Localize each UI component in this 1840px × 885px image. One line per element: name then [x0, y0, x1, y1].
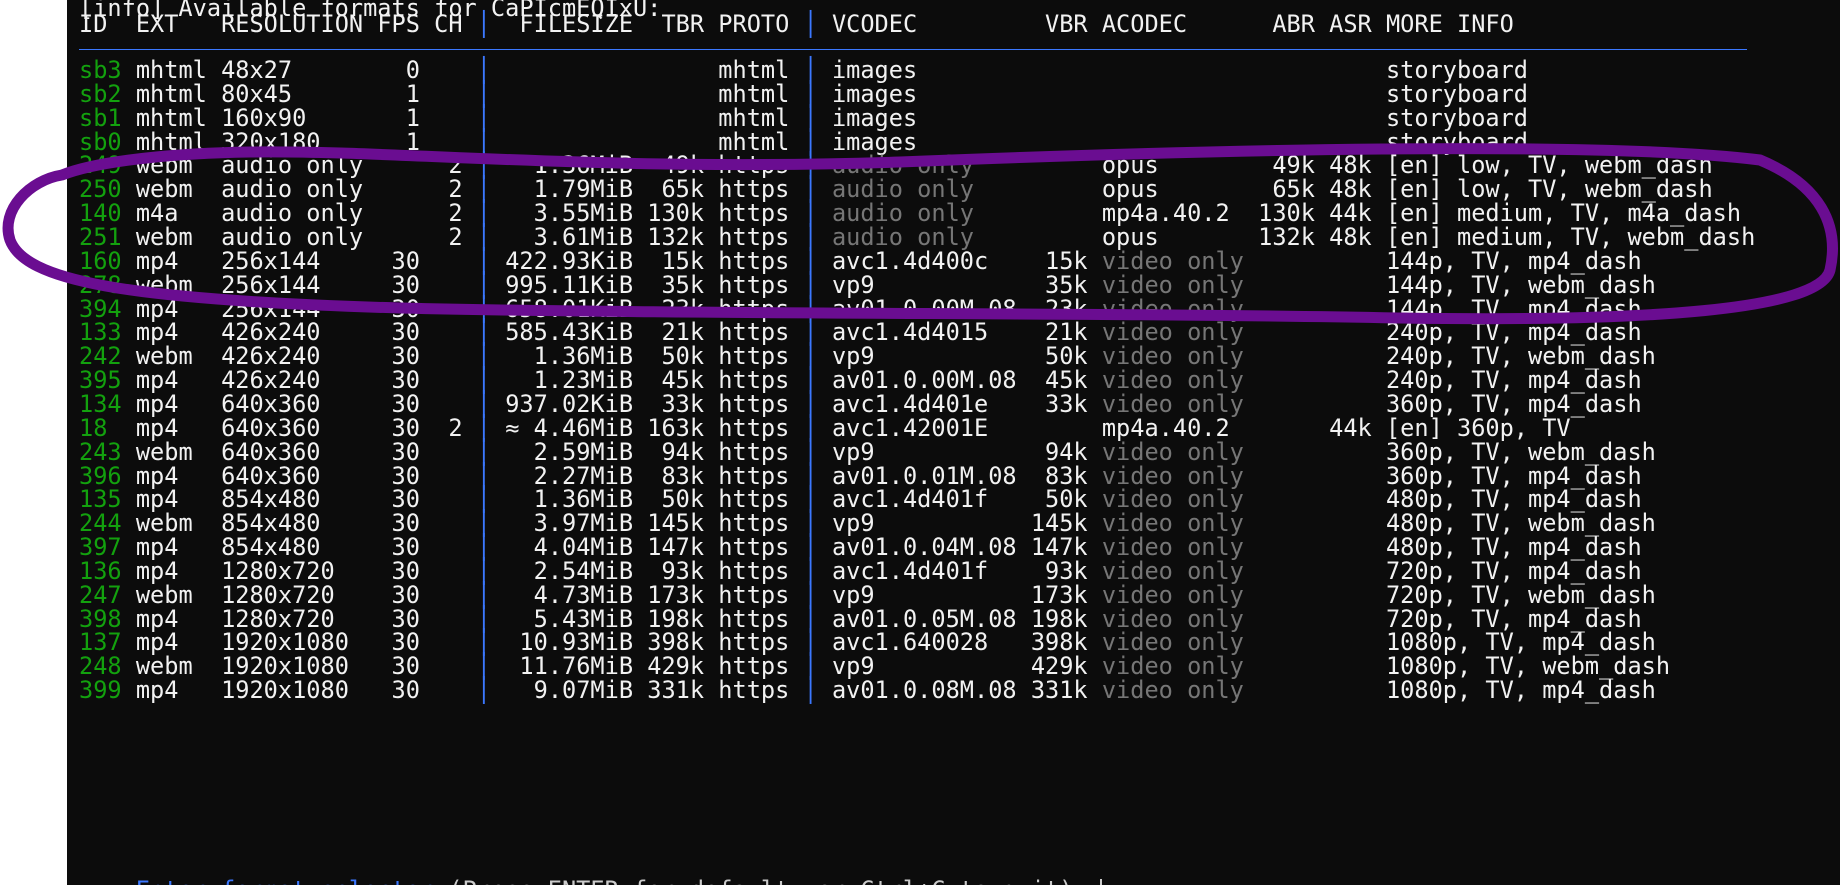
format-protocol: https: [718, 676, 790, 705]
header-cell: FILESIZE: [505, 10, 648, 38]
header-cell: CH: [434, 10, 463, 38]
format-id: 399: [79, 676, 136, 705]
text-cursor[interactable]: [1099, 878, 1102, 885]
format-ext: mp4: [135, 676, 222, 705]
prompt-hint: (Press ENTER for default, or Ctrl+C to q…: [434, 876, 1087, 885]
format-prompt[interactable]: Enter format selector (Press ENTER for d…: [79, 848, 1102, 885]
format-filesize: 9.07MiB: [505, 676, 648, 705]
table-header: ID EXT RESOLUTION FPS CH │ FILESIZE TBR …: [79, 10, 1514, 38]
format-resolution: 1920x1080: [221, 676, 378, 705]
format-tbr: 331k: [647, 676, 719, 705]
format-more-info: 1080p, TV, mp4_dash: [1385, 676, 1656, 705]
header-cell: VCODEC: [831, 10, 1031, 38]
format-asr: [1329, 676, 1386, 704]
format-abr: [1258, 676, 1329, 704]
header-cell: RESOLUTION: [221, 10, 378, 38]
header-cell: ID: [79, 10, 136, 38]
header-cell: TBR: [647, 10, 719, 38]
header-cell: VBR: [1030, 10, 1102, 38]
header-cell: PROTO: [718, 10, 790, 38]
format-vbr: 331k: [1030, 676, 1102, 705]
column-separator: │: [462, 10, 506, 38]
header-cell: ACODEC: [1101, 10, 1259, 38]
header-cell: ABR: [1258, 10, 1330, 38]
header-cell: MORE INFO: [1385, 10, 1514, 38]
prompt-label: Enter format selector: [136, 876, 434, 885]
header-cell: ASR: [1329, 10, 1386, 38]
column-separator: │: [462, 676, 506, 705]
format-vcodec: av01.0.08M.08: [831, 676, 1031, 705]
format-channels: [434, 676, 462, 704]
terminal-window: [info] Available formats for CaPIcmEQIxU…: [67, 0, 1840, 885]
header-divider: [79, 49, 1747, 50]
table-row: 399 mp4 1920x1080 30 │ 9.07MiB 331k http…: [79, 676, 1656, 704]
format-fps: 30: [377, 676, 435, 705]
header-cell: EXT: [135, 10, 222, 38]
format-acodec: video only: [1101, 676, 1259, 705]
column-separator: │: [789, 10, 832, 38]
column-separator: │: [789, 676, 832, 705]
header-cell: FPS: [377, 10, 435, 38]
